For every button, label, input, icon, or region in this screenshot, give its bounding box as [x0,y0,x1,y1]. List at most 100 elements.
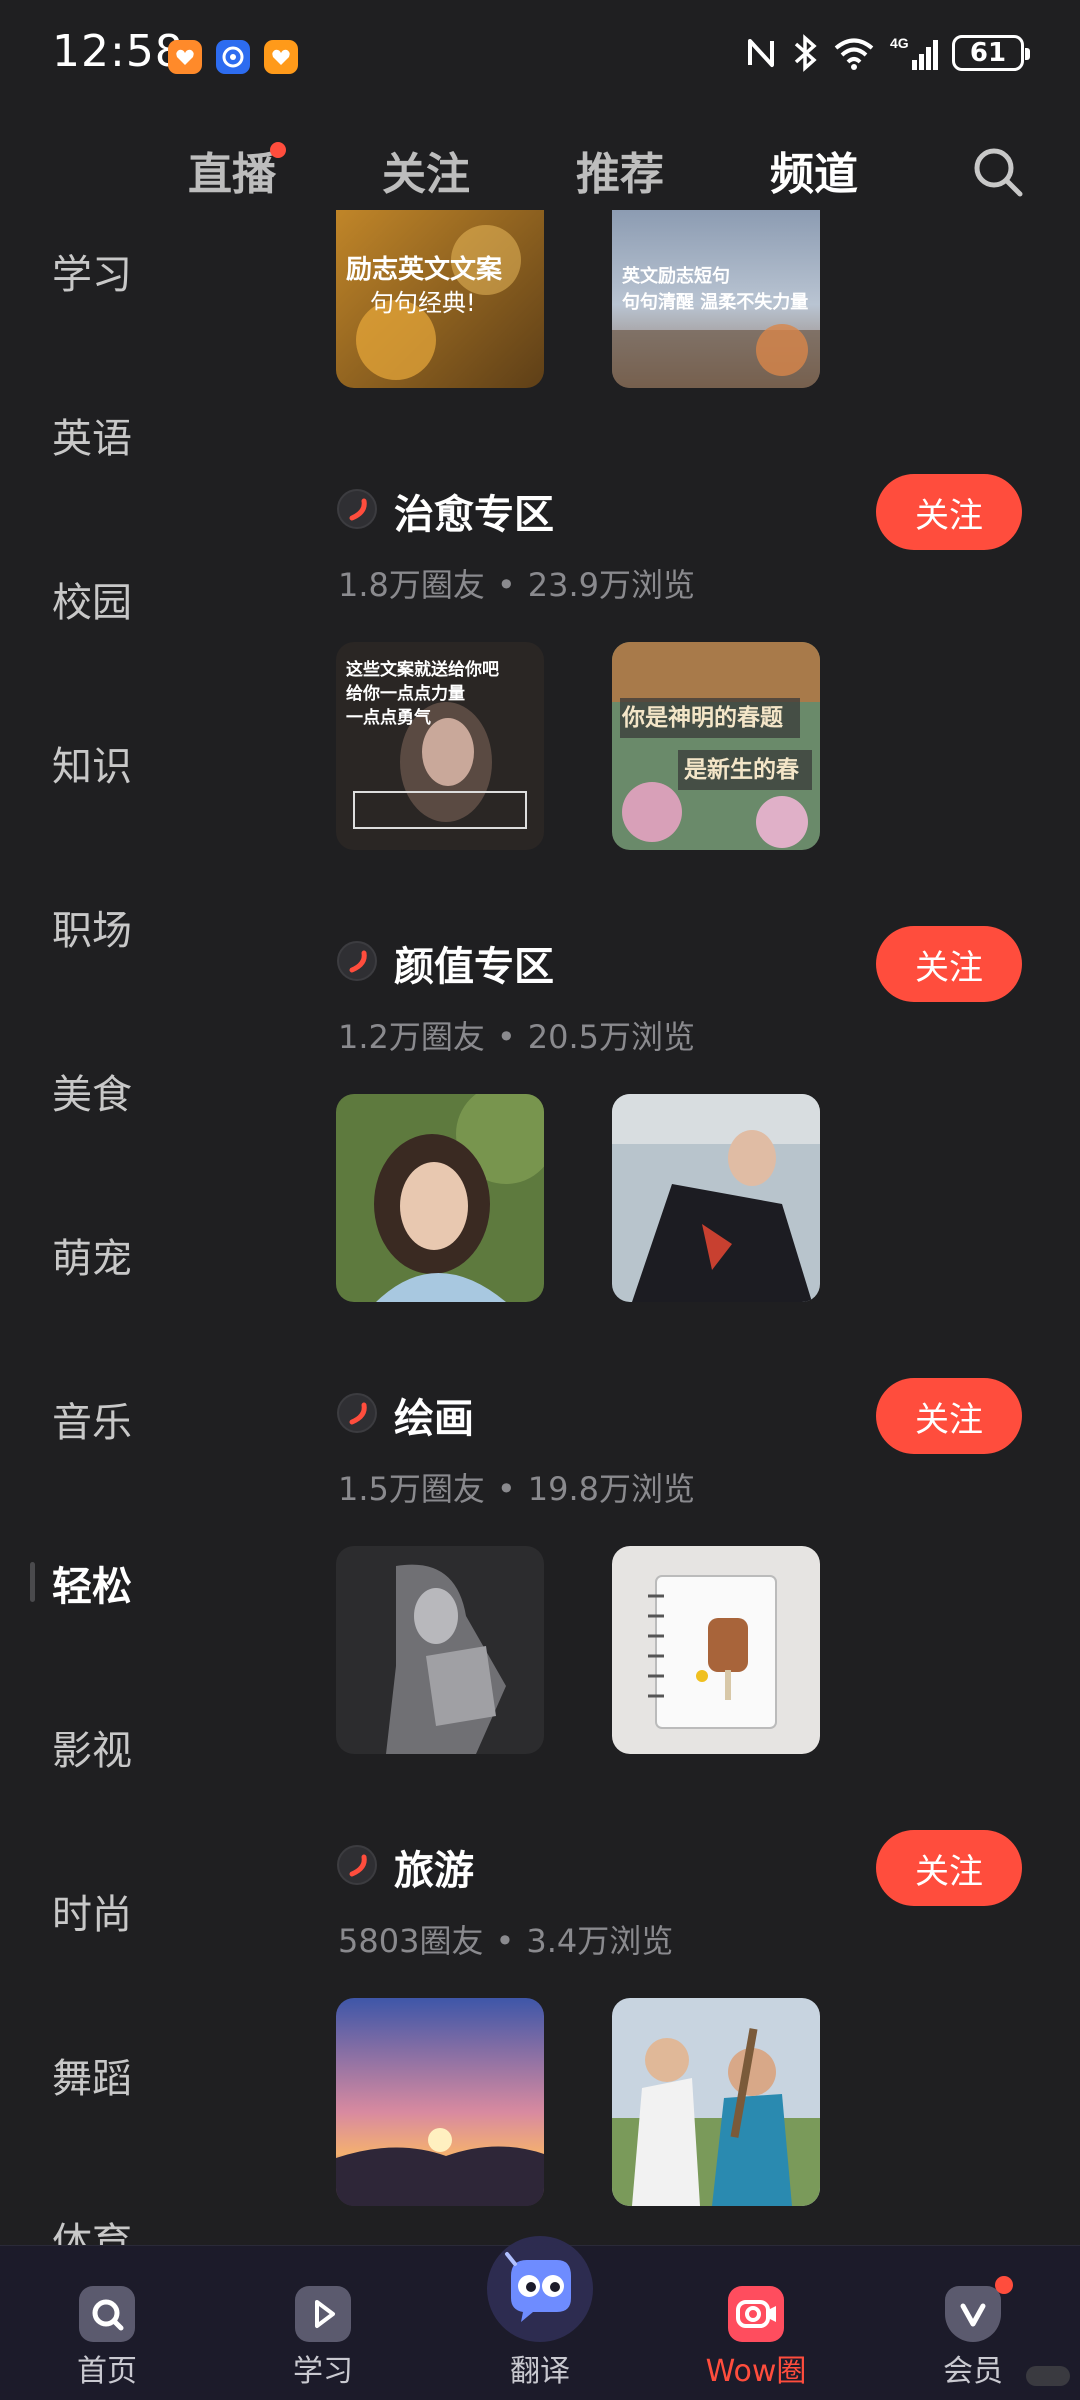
status-bar: 12:58 4G 61 [0,0,1080,110]
follow-button[interactable]: 关注 [876,926,1022,1002]
nav-study[interactable]: 学习 [253,2246,393,2400]
sidebar-item-study[interactable]: 学习 [52,242,132,300]
channel-list: 励志英文文案 句句经典! 英文励志短句 句句清醒 温柔不失力量 治愈专区 关注 … [190,210,1080,2245]
thumbnail-caption: 你是神明的春题 [622,705,783,731]
sidebar-item-knowledge[interactable]: 知识 [52,734,132,792]
search-icon [974,148,1023,197]
channel-stats: 5803圈友 • 3.4万浏览 [338,1916,673,1962]
channel-icon [337,941,377,981]
play-icon [295,2286,351,2342]
nav-translate[interactable]: 翻译 [470,2236,610,2400]
top-tab-bar: 直播 关注 推荐 频道 [0,138,1080,208]
sidebar-item-english[interactable]: 英语 [52,406,132,464]
thumbnail-caption: 句句经典! [370,289,476,317]
wifi-icon [834,38,874,70]
post-thumbnail[interactable]: 这些文案就送给你吧 给你一点点力量 一点点勇气 [336,642,544,850]
battery-level: 61 [969,38,1007,68]
member-count: 1.2万圈友 [338,1018,485,1056]
follow-button[interactable]: 关注 [876,474,1022,550]
channel-name[interactable]: 治愈专区 [394,482,554,540]
channel-name[interactable]: 颜值专区 [394,934,554,992]
tab-live-label: 直播 [188,149,276,200]
bluetooth-icon [794,34,817,72]
nfc-icon [748,39,774,67]
thumbnail-caption: 一点点勇气 [346,708,431,728]
notification-dot [270,142,286,158]
thumbnail-caption: 英文励志短句 [622,266,730,287]
channel-icon [337,1845,377,1885]
watermark-badge [1026,2366,1070,2386]
sidebar-active-indicator [30,1562,35,1602]
thumbnail-caption: 励志英文文案 [346,255,503,285]
sidebar-item-dance[interactable]: 舞蹈 [52,2046,132,2104]
follow-button[interactable]: 关注 [876,1830,1022,1906]
post-thumbnail[interactable] [336,1094,544,1302]
nav-vip-label: 会员 [943,2354,1003,2389]
stats-separator: • [496,1470,516,1508]
status-time: 12:58 [52,26,184,77]
member-count: 1.5万圈友 [338,1470,485,1508]
sidebar-item-campus[interactable]: 校园 [52,570,132,628]
nav-translate-label: 翻译 [510,2354,570,2389]
cellular-signal-icon: 4G [890,35,938,70]
post-thumbnail[interactable] [612,1998,820,2206]
nav-vip[interactable]: 会员 [903,2246,1043,2400]
thumbnail-caption: 这些文案就送给你吧 [346,660,499,680]
view-count: 3.4万浏览 [526,1922,674,1960]
sidebar-item-sports[interactable]: 体育 [52,2210,132,2250]
tab-live[interactable]: 直播 [188,138,286,202]
post-thumbnail[interactable] [336,1546,544,1754]
tab-channels-label: 频道 [770,149,858,200]
post-thumbnail[interactable]: 英文励志短句 句句清醒 温柔不失力量 [612,210,820,388]
channel-stats: 1.5万圈友 • 19.8万浏览 [338,1464,695,1510]
post-thumbnail[interactable]: 你是神明的春题 是新生的春 [612,642,820,850]
sidebar-item-film[interactable]: 影视 [52,1718,132,1776]
channel-icon [337,489,377,529]
post-thumbnail[interactable] [336,1998,544,2206]
home-search-icon [79,2286,135,2342]
tab-recommended[interactable]: 推荐 [576,138,664,202]
sidebar-item-relax[interactable]: 轻松 [52,1554,132,1612]
vip-icon [945,2286,1001,2342]
tab-recommended-label: 推荐 [576,149,664,200]
tab-following[interactable]: 关注 [382,138,470,202]
category-sidebar: 学习 英语 校园 知识 职场 美食 萌宠 音乐 轻松 影视 时尚 舞蹈 体育 [0,210,190,2250]
search-button[interactable] [970,144,1026,200]
follow-button[interactable]: 关注 [876,1378,1022,1454]
notification-app-icon [264,40,298,74]
status-indicators: 4G 61 [744,34,1030,72]
post-thumbnail[interactable] [612,1094,820,1302]
nav-wow[interactable]: Wow圈 [686,2246,826,2400]
channel-stats: 1.8万圈友 • 23.9万浏览 [338,560,695,606]
sidebar-item-pets[interactable]: 萌宠 [52,1226,132,1284]
post-thumbnail[interactable]: 励志英文文案 句句经典! [336,210,544,388]
tab-following-label: 关注 [382,149,470,200]
stats-separator: • [496,566,516,604]
nav-study-label: 学习 [293,2354,353,2389]
thumbnail-caption: 是新生的春 [684,757,799,783]
translate-mascot-icon [487,2236,593,2342]
sidebar-item-workplace[interactable]: 职场 [52,898,132,956]
view-count: 23.9万浏览 [527,566,696,604]
member-count: 1.8万圈友 [338,566,485,604]
bottom-navigation: 首页 学习 翻译 Wow圈 会员 [0,2236,1080,2400]
channel-stats: 1.2万圈友 • 20.5万浏览 [338,1012,695,1058]
post-thumbnail[interactable] [612,1546,820,1754]
sidebar-item-music[interactable]: 音乐 [52,1390,132,1448]
channel-name[interactable]: 旅游 [394,1838,474,1896]
member-count: 5803圈友 [338,1922,484,1960]
sidebar-item-food[interactable]: 美食 [52,1062,132,1120]
thumbnail-caption: 句句清醒 温柔不失力量 [622,292,809,313]
channel-icon [337,1393,377,1433]
thumbnail-caption: 给你一点点力量 [346,684,465,704]
sidebar-item-fashion[interactable]: 时尚 [52,1882,132,1940]
nav-home-label: 首页 [77,2354,137,2389]
notification-app-icon [216,40,250,74]
svg-text:4G: 4G [890,35,909,51]
camera-icon [728,2286,784,2342]
battery-indicator: 61 [952,35,1030,71]
tab-channels[interactable]: 频道 [770,138,858,202]
nav-home[interactable]: 首页 [37,2246,177,2400]
notification-app-icon [168,40,202,74]
channel-name[interactable]: 绘画 [394,1386,474,1444]
